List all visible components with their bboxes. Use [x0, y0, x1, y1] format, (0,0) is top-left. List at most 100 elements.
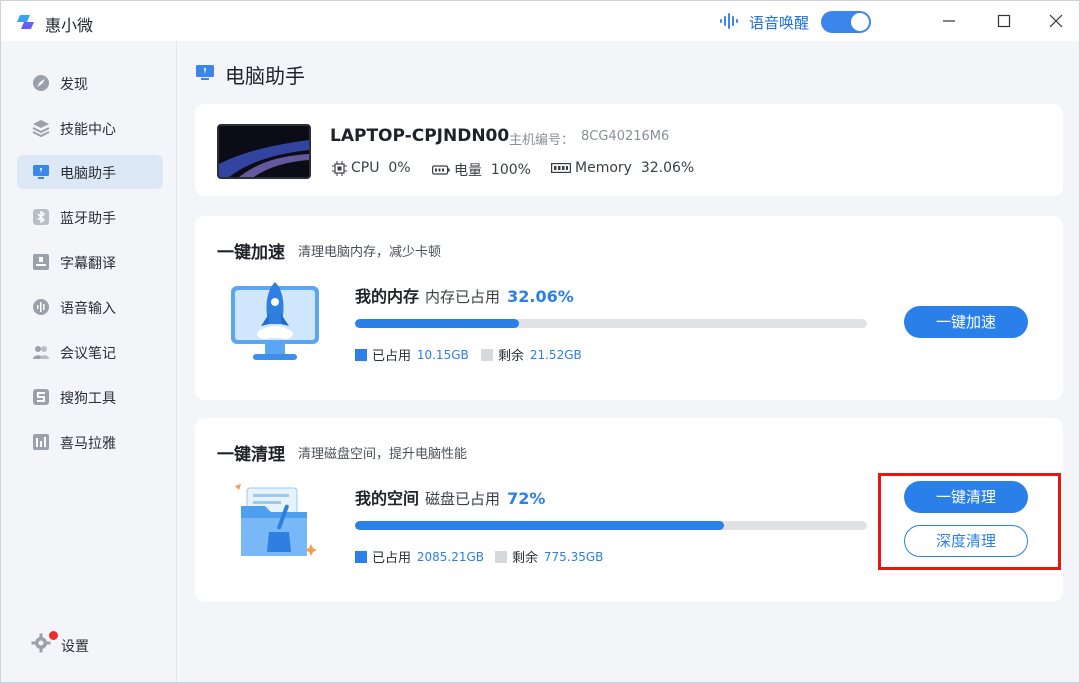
- notification-dot: [49, 631, 58, 640]
- free-value: 775.35GB: [543, 549, 604, 564]
- minimize-icon: [943, 20, 955, 22]
- settings-label: 设置: [61, 639, 89, 655]
- close-button[interactable]: [1039, 7, 1073, 35]
- sidebar-item-pc-assistant[interactable]: 电脑助手: [17, 155, 163, 189]
- voice-wake-toggle[interactable]: [821, 11, 871, 33]
- sidebar-item-ximalaya[interactable]: 喜马拉雅: [17, 425, 163, 459]
- subtitle-icon: [33, 254, 49, 270]
- speedup-subtitle: 清理电脑内存，减少卡顿: [298, 245, 442, 260]
- sidebar-item-label: 技能中心: [60, 122, 116, 138]
- sidebar-item-bluetooth[interactable]: 蓝牙助手: [17, 200, 163, 234]
- sidebar-item-label: 喜马拉雅: [60, 436, 116, 452]
- cpu-icon: [332, 160, 347, 176]
- voice-wake-label: 语音唤醒: [749, 14, 810, 32]
- used-label: 已占用: [372, 551, 412, 566]
- voice-wave-icon: [33, 299, 49, 315]
- battery-label: 电量: [454, 163, 482, 179]
- speedup-button[interactable]: 一键加速: [904, 306, 1028, 338]
- toggle-knob: [851, 13, 869, 31]
- memory-metric-header: 我的内存 内存已占用 32.06%: [355, 283, 574, 307]
- free-label: 剩余: [512, 551, 539, 566]
- serial-value: 8CG40216M6: [581, 129, 670, 144]
- disk-metric-desc: 磁盘已占用: [425, 490, 501, 508]
- sidebar-item-label: 电脑助手: [60, 166, 116, 182]
- page-title: 电脑助手: [225, 64, 305, 88]
- used-value: 10.15GB: [416, 347, 469, 362]
- memory-progress-fill: [355, 319, 520, 328]
- ximalaya-icon: [33, 434, 49, 450]
- disk-metric-header: 我的空间 磁盘已占用 72%: [355, 485, 545, 509]
- sidebar-item-subtitle[interactable]: 字幕翻译: [17, 245, 163, 279]
- serial-label: 主机编号：: [509, 133, 575, 148]
- device-name: LAPTOP-CPJNDN00: [330, 126, 510, 146]
- highlight-annotation: [878, 473, 1061, 570]
- sidebar-item-voice-input[interactable]: 语音输入: [17, 290, 163, 324]
- close-icon: [1049, 14, 1063, 28]
- settings-button[interactable]: 设置: [31, 631, 131, 657]
- layers-icon: [32, 120, 50, 137]
- disk-metric-percent: 72%: [507, 489, 546, 508]
- cpu-value: 0%: [388, 160, 411, 176]
- battery-icon: [432, 165, 450, 175]
- used-swatch: [355, 550, 367, 563]
- cleanup-title: 一键清理: [217, 445, 285, 465]
- speedup-card: 一键加速 清理电脑内存，减少卡顿 我的内存 内存已占用 32.06% 已占用 10…: [195, 216, 1063, 400]
- memory-value: 32.06%: [640, 160, 695, 176]
- disk-used-legend: 已占用 2085.21GB: [355, 547, 484, 566]
- gear-icon: [31, 633, 51, 653]
- minimize-button[interactable]: [932, 7, 966, 35]
- sidebar-item-label: 会议笔记: [60, 346, 116, 362]
- battery-value: 100%: [490, 162, 531, 178]
- free-label: 剩余: [498, 349, 525, 364]
- memory-label: Memory: [575, 160, 632, 176]
- battery-stat: 电量 100%: [432, 160, 531, 179]
- disk-progress-bar: [355, 521, 867, 530]
- memory-icon: [551, 163, 571, 174]
- used-label: 已占用: [372, 349, 412, 364]
- laptop-image: [217, 124, 311, 179]
- app-title: 惠小微: [45, 16, 94, 35]
- disk-progress-fill: [355, 521, 724, 530]
- disk-free-legend: 剩余 775.35GB: [495, 547, 603, 566]
- sidebar-item-label: 蓝牙助手: [60, 211, 116, 227]
- app-window: 惠小微 语音唤醒 发现 技能中心 电脑助手 蓝牙助手 字幕翻译 语音输入 会议笔…: [0, 0, 1080, 683]
- sidebar-item-label: 搜狗工具: [60, 391, 116, 407]
- free-swatch: [481, 348, 493, 361]
- memory-progress-bar: [355, 319, 867, 328]
- meeting-icon: [33, 346, 49, 359]
- free-value: 21.52GB: [529, 347, 582, 362]
- sidebar-item-sogou-tools[interactable]: 搜狗工具: [17, 380, 163, 414]
- rocket-illustration: [231, 282, 319, 360]
- device-info-card: LAPTOP-CPJNDN00 主机编号： 8CG40216M6 CPU 0% …: [195, 104, 1063, 196]
- disk-metric-name: 我的空间: [355, 489, 420, 508]
- cpu-stat: CPU 0%: [332, 160, 411, 178]
- title-bar: 惠小微 语音唤醒: [1, 1, 1079, 41]
- bluetooth-icon: [33, 209, 49, 225]
- sidebar-item-meeting-notes[interactable]: 会议笔记: [17, 335, 163, 369]
- monitor-icon: [196, 65, 214, 80]
- maximize-button[interactable]: [987, 7, 1021, 35]
- cpu-label: CPU: [351, 160, 380, 176]
- sidebar-item-label: 字幕翻译: [60, 256, 116, 272]
- used-swatch: [355, 348, 367, 361]
- app-logo-icon: [17, 15, 34, 29]
- cleanup-subtitle: 清理磁盘空间，提升电脑性能: [298, 447, 468, 462]
- memory-metric-desc: 内存已占用: [425, 288, 501, 306]
- sidebar-item-skills[interactable]: 技能中心: [17, 111, 163, 145]
- used-value: 2085.21GB: [416, 549, 484, 564]
- voice-wave-icon: [720, 13, 738, 29]
- sidebar-item-discover[interactable]: 发现: [17, 66, 163, 100]
- discover-icon: [33, 75, 49, 91]
- sidebar: 发现 技能中心 电脑助手 蓝牙助手 字幕翻译 语音输入 会议笔记 搜狗工具 喜马…: [1, 41, 177, 682]
- sogou-icon: [33, 389, 49, 405]
- memory-metric-name: 我的内存: [355, 287, 420, 306]
- sidebar-item-label: 发现: [60, 77, 88, 93]
- memory-stat: Memory 32.06%: [551, 160, 694, 178]
- sidebar-item-label: 语音输入: [60, 301, 116, 317]
- monitor-icon: [33, 165, 49, 179]
- memory-metric-percent: 32.06%: [507, 287, 574, 306]
- memory-free-legend: 剩余 21.52GB: [481, 345, 582, 364]
- speedup-title: 一键加速: [217, 243, 285, 263]
- folder-broom-illustration: [235, 484, 317, 556]
- memory-used-legend: 已占用 10.15GB: [355, 345, 469, 364]
